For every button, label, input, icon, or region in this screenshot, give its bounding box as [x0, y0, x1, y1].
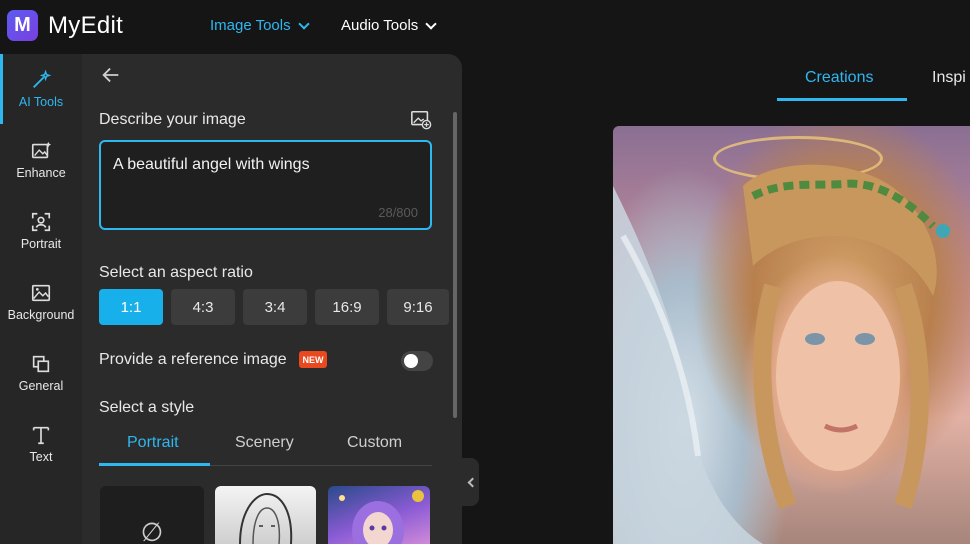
portrait-icon — [31, 212, 51, 232]
nav-image-tools[interactable]: Image Tools — [210, 17, 310, 34]
nav-image-tools-label: Image Tools — [210, 17, 291, 34]
sidebar-item-text[interactable]: Text — [0, 409, 82, 479]
sidebar-item-label: AI Tools — [18, 95, 64, 109]
background-icon — [31, 284, 51, 302]
active-tab-indicator — [99, 463, 210, 466]
new-badge: NEW — [299, 351, 327, 368]
nav-audio-tools-label: Audio Tools — [341, 17, 419, 34]
anime-portrait-image — [339, 490, 424, 544]
reference-image-toggle[interactable] — [401, 351, 433, 371]
chevron-left-icon — [467, 477, 477, 487]
top-bar: M MyEdit Image Tools Audio Tools — [0, 0, 970, 54]
ratio-1-1-button[interactable]: 1:1 — [99, 289, 163, 325]
sidebar-item-label: Text — [29, 450, 53, 464]
reference-image-label: Provide a reference image — [99, 351, 287, 368]
sketch-portrait-image — [239, 492, 293, 544]
myedit-logo[interactable]: M — [7, 10, 38, 41]
tab-inspiration[interactable]: Inspi — [932, 69, 966, 87]
collapse-panel-button[interactable] — [462, 458, 479, 506]
chevron-down-icon — [425, 17, 437, 30]
generated-angel-image[interactable] — [613, 126, 970, 544]
prompt-input[interactable]: A beautiful angel with wings 28/800 — [99, 140, 432, 230]
toggle-knob — [404, 354, 418, 368]
tab-creations[interactable]: Creations — [805, 69, 873, 87]
sidebar-item-label: Background — [7, 308, 75, 322]
character-counter: 28/800 — [378, 205, 418, 220]
none-icon: ∅ — [140, 517, 164, 544]
image-sparkle-icon — [31, 141, 52, 159]
prompt-text: A beautiful angel with wings — [113, 156, 310, 173]
ratio-9-16-button[interactable]: 9:16 — [387, 289, 449, 325]
back-arrow-icon[interactable] — [100, 64, 122, 86]
creations-tab-indicator — [777, 98, 907, 101]
text-icon — [32, 426, 50, 445]
logo-letter: M — [14, 14, 31, 36]
sidebar-item-label: General — [18, 379, 64, 393]
sidebar-item-general[interactable]: General — [0, 338, 82, 408]
nav-audio-tools[interactable]: Audio Tools — [341, 17, 437, 34]
style-anime-thumbnail[interactable] — [328, 486, 430, 544]
style-none-thumbnail[interactable]: ∅ — [100, 486, 204, 544]
sidebar-item-portrait[interactable]: Portrait — [0, 196, 82, 266]
chevron-down-icon — [297, 17, 310, 30]
tab-scenery[interactable]: Scenery — [235, 434, 294, 452]
describe-label: Describe your image — [99, 111, 246, 128]
aspect-ratio-label: Select an aspect ratio — [99, 264, 253, 281]
tab-custom[interactable]: Custom — [347, 434, 402, 452]
brand-name[interactable]: MyEdit — [48, 12, 123, 40]
angel-illustration — [613, 164, 950, 544]
sidebar-item-enhance[interactable]: Enhance — [0, 125, 82, 195]
style-label: Select a style — [99, 399, 195, 416]
style-sketch-thumbnail[interactable] — [215, 486, 316, 544]
magic-wand-icon — [33, 69, 52, 88]
sidebar-item-background[interactable]: Background — [0, 267, 82, 337]
copy-icon — [32, 355, 50, 373]
tool-sidebar: AI Tools Enhance Portrait Background Gen… — [0, 54, 82, 544]
sidebar-item-label: Portrait — [20, 237, 62, 251]
panel-scrollbar[interactable] — [453, 112, 457, 418]
ratio-16-9-button[interactable]: 16:9 — [315, 289, 379, 325]
image-upload-icon[interactable] — [410, 109, 432, 131]
sidebar-item-label: Enhance — [16, 166, 66, 180]
tab-portrait[interactable]: Portrait — [127, 434, 179, 452]
ratio-4-3-button[interactable]: 4:3 — [171, 289, 235, 325]
sidebar-item-ai-tools[interactable]: AI Tools — [0, 54, 82, 124]
ratio-3-4-button[interactable]: 3:4 — [243, 289, 307, 325]
